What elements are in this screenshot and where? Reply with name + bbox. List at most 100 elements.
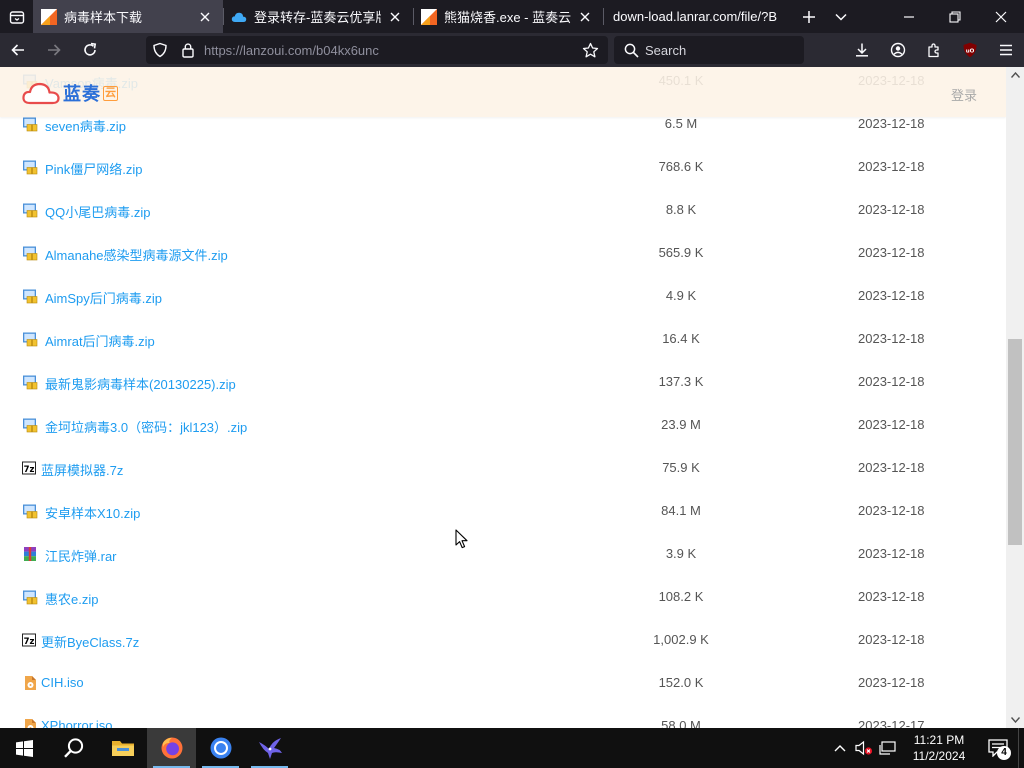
7z-icon: 7z: [21, 460, 37, 476]
lanzou-orange-favicon: [41, 8, 57, 25]
file-row[interactable]: 7z 蓝屏模拟器.7z 75.9 K 2023-12-18: [0, 446, 1006, 489]
scroll-down-button[interactable]: [1006, 712, 1024, 728]
extensions-button[interactable]: [916, 33, 952, 67]
file-name-link[interactable]: 惠农e.zip: [45, 589, 98, 608]
start-button[interactable]: [0, 728, 49, 768]
app-menu-button[interactable]: [988, 33, 1024, 67]
reload-button[interactable]: [72, 33, 108, 67]
file-size: 58.0 M: [661, 718, 701, 728]
file-size: 768.6 K: [658, 159, 704, 174]
close-window-button[interactable]: [978, 0, 1024, 33]
tab-close-button[interactable]: [385, 7, 405, 27]
svg-text:uO: uO: [966, 49, 975, 55]
file-row[interactable]: QQ小尾巴病毒.zip 8.8 K 2023-12-18: [0, 188, 1006, 231]
show-desktop-button[interactable]: [1018, 728, 1024, 768]
file-size: 8.8 K: [665, 202, 697, 217]
url-text[interactable]: https://lanzoui.com/b04kx6unc: [204, 43, 576, 58]
file-date: 2023-12-18: [858, 546, 925, 561]
chrome-icon: [210, 737, 231, 759]
bookmark-star-button[interactable]: [576, 36, 604, 64]
tab-close-button[interactable]: [575, 7, 595, 27]
file-size: 108.2 K: [658, 589, 704, 604]
file-row[interactable]: Pink僵尸网络.zip 768.6 K 2023-12-18: [0, 145, 1006, 188]
scroll-up-button[interactable]: [1006, 67, 1024, 83]
file-name-link[interactable]: 江民炸弹.rar: [45, 546, 117, 565]
list-all-tabs-button[interactable]: [825, 0, 857, 33]
action-center-button[interactable]: 4: [978, 728, 1018, 768]
file-name-link[interactable]: 蓝屏模拟器.7z: [41, 460, 123, 479]
account-button[interactable]: [880, 33, 916, 67]
7z-icon: 7z: [21, 632, 37, 648]
tab-list-button[interactable]: [0, 0, 33, 33]
file-row[interactable]: Aimrat后门病毒.zip 16.4 K 2023-12-18: [0, 317, 1006, 360]
tab-login-save[interactable]: 登录转存-蓝奏云优享版: [223, 0, 413, 33]
chrome-taskbar-button[interactable]: [196, 728, 245, 768]
file-row[interactable]: 江民炸弹.rar 3.9 K 2023-12-18: [0, 532, 1006, 575]
file-name-link[interactable]: Almanahe感染型病毒源文件.zip: [45, 245, 228, 264]
file-name-link[interactable]: 安卓样本X10.zip: [45, 503, 140, 522]
star-icon: [582, 42, 598, 57]
site-info-icon[interactable]: [174, 36, 202, 64]
file-name-link[interactable]: seven病毒.zip: [45, 116, 126, 135]
minimize-button[interactable]: [886, 0, 932, 33]
ublock-shield-icon: uO: [963, 42, 977, 58]
volume-muted-button[interactable]: [852, 728, 876, 768]
tab-virus-samples[interactable]: 病毒样本下载: [33, 0, 223, 33]
file-size: 1,002.9 K: [653, 632, 709, 647]
file-row[interactable]: XPhorror.iso 58.0 M 2023-12-17: [0, 704, 1006, 728]
file-name-link[interactable]: 最新鬼影病毒样本(20130225).zip: [45, 374, 236, 393]
file-name-link[interactable]: AimSpy后门病毒.zip: [45, 288, 162, 307]
search-bar[interactable]: Search: [614, 36, 804, 64]
tab-down-load[interactable]: down-load.lanrar.com/file/?B: [603, 0, 793, 33]
file-name-link[interactable]: QQ小尾巴病毒.zip: [45, 202, 150, 221]
bird-app-taskbar-button[interactable]: [245, 728, 294, 768]
forward-button[interactable]: [36, 33, 72, 67]
downloads-button[interactable]: [844, 33, 880, 67]
restore-button[interactable]: [932, 0, 978, 33]
file-row[interactable]: AimSpy后门病毒.zip 4.9 K 2023-12-18: [0, 274, 1006, 317]
file-row[interactable]: 安卓样本X10.zip 84.1 M 2023-12-18: [0, 489, 1006, 532]
file-row[interactable]: CIH.iso 152.0 K 2023-12-18: [0, 661, 1006, 704]
tab-panda-burning[interactable]: 熊猫烧香.exe - 蓝奏云: [413, 0, 603, 33]
firefox-taskbar-button[interactable]: [147, 728, 196, 768]
file-row[interactable]: 7z 更新ByeClass.7z 1,002.9 K 2023-12-18: [0, 618, 1006, 661]
file-size: 137.3 K: [658, 374, 704, 389]
file-row[interactable]: 金坷垃病毒3.0（密码：jkl123）.zip 23.9 M 2023-12-18: [0, 403, 1006, 446]
lanzou-logo[interactable]: 蓝奏 云: [22, 80, 118, 106]
page-scrollbar[interactable]: [1006, 67, 1024, 728]
hamburger-menu-icon: [1000, 44, 1012, 56]
file-name-link[interactable]: Pink僵尸网络.zip: [45, 159, 143, 178]
close-icon: [200, 12, 210, 21]
show-hidden-icons-button[interactable]: [828, 728, 852, 768]
site-header: 蓝奏 云 登录: [0, 67, 1006, 117]
file-name-link[interactable]: CIH.iso: [41, 675, 84, 690]
tracking-protection-icon[interactable]: [146, 36, 174, 64]
taskbar-clock[interactable]: 11:21 PM 11/2/2024: [900, 732, 978, 764]
close-icon: [995, 11, 1007, 22]
file-row[interactable]: 惠农e.zip 108.2 K 2023-12-18: [0, 575, 1006, 618]
file-date: 2023-12-18: [858, 116, 925, 131]
url-bar[interactable]: https://lanzoui.com/b04kx6unc: [146, 36, 608, 64]
file-name-link[interactable]: XPhorror.iso: [41, 718, 113, 728]
file-size: 4.9 K: [665, 288, 697, 303]
file-explorer-button[interactable]: [98, 728, 147, 768]
ublock-origin-button[interactable]: uO: [952, 33, 988, 67]
back-button[interactable]: [0, 33, 36, 67]
file-row[interactable]: 最新鬼影病毒样本(20130225).zip 137.3 K 2023-12-18: [0, 360, 1006, 403]
file-name-link[interactable]: Aimrat后门病毒.zip: [45, 331, 155, 350]
file-name-link[interactable]: 更新ByeClass.7z: [41, 632, 139, 651]
tab-title: 登录转存-蓝奏云优享版: [254, 10, 381, 25]
file-size: 3.9 K: [665, 546, 697, 561]
zip-icon: [22, 245, 38, 261]
file-date: 2023-12-18: [858, 675, 925, 690]
zip-icon: [22, 589, 38, 605]
tab-close-button[interactable]: [195, 7, 215, 27]
scroll-thumb[interactable]: [1008, 339, 1022, 545]
svg-text:7z: 7z: [24, 465, 35, 475]
new-tab-button[interactable]: [793, 0, 825, 33]
network-button[interactable]: [876, 728, 900, 768]
file-name-link[interactable]: 金坷垃病毒3.0（密码：jkl123）.zip: [45, 417, 247, 436]
login-link[interactable]: 登录: [951, 85, 977, 104]
file-row[interactable]: Almanahe感染型病毒源文件.zip 565.9 K 2023-12-18: [0, 231, 1006, 274]
taskbar-search-button[interactable]: [49, 728, 98, 768]
